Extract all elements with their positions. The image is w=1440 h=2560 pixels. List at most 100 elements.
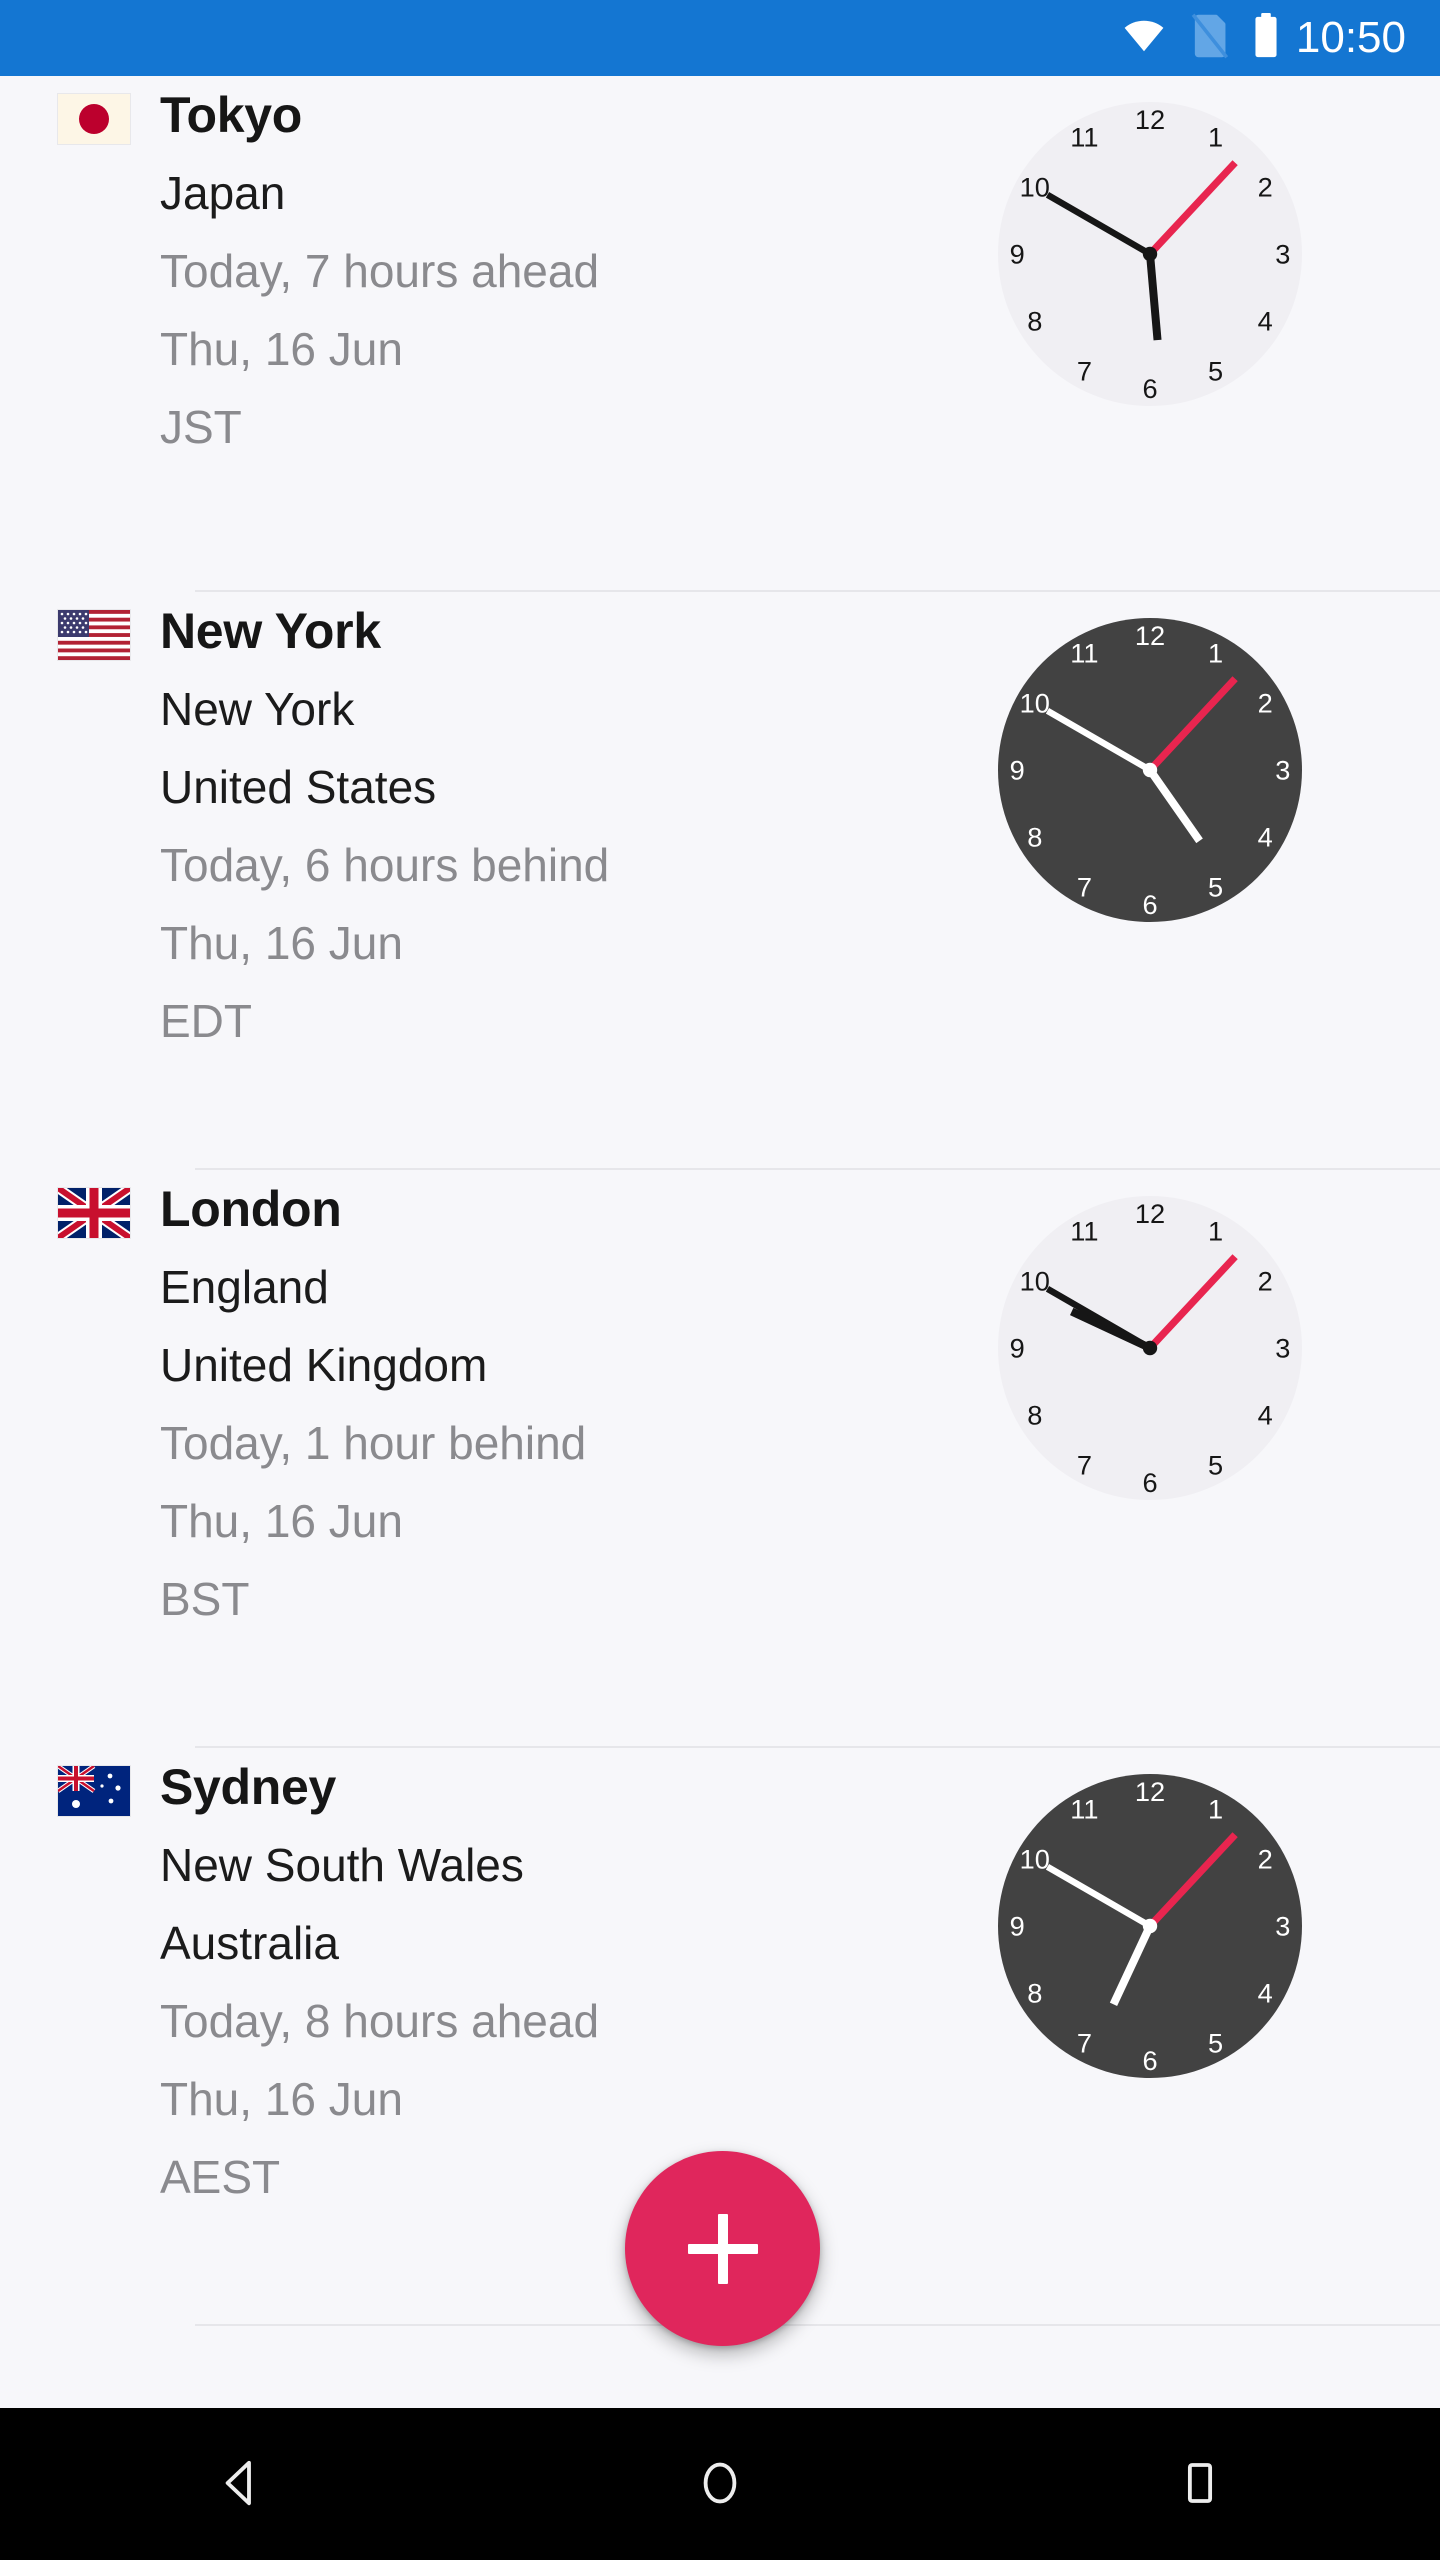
plus-icon-vertical — [717, 2213, 728, 2284]
city-date: Thu, 16 Jun — [160, 323, 403, 375]
city-info: Sydney New South Wales Australia Today, … — [160, 1748, 970, 2216]
svg-text:7: 7 — [1077, 871, 1092, 902]
svg-text:8: 8 — [1027, 1978, 1042, 2009]
city-offset: Today, 7 hours ahead — [160, 245, 600, 297]
svg-text:8: 8 — [1027, 1400, 1042, 1431]
city-country: United Kingdom — [160, 1339, 488, 1391]
city-country: Australia — [160, 1917, 339, 1969]
city-country: United States — [160, 761, 437, 813]
svg-text:3: 3 — [1275, 1911, 1290, 1942]
city-name: New York — [160, 603, 381, 659]
svg-text:7: 7 — [1077, 1449, 1092, 1480]
status-bar: 10:50 — [0, 0, 1440, 76]
analog-clock-sydney: 12 1 2 345 678 9 10 11 — [970, 1748, 1330, 2086]
uk-flag — [55, 1183, 133, 1243]
svg-text:1: 1 — [1208, 1794, 1223, 1825]
svg-text:12: 12 — [1135, 620, 1165, 651]
svg-text:12: 12 — [1135, 104, 1165, 135]
city-timezone: AEST — [160, 2151, 281, 2203]
phone-screen: 10:50 Tokyo Japan Today, 7 hours ahead T… — [0, 0, 1440, 2560]
city-timezone: EDT — [160, 995, 252, 1047]
city-date: Thu, 16 Jun — [160, 917, 403, 969]
analog-clock-london: 12 1 2 345 678 9 10 11 — [970, 1170, 1330, 1508]
svg-text:12: 12 — [1135, 1198, 1165, 1229]
city-info: New York New York United States Today, 6… — [160, 592, 970, 1060]
status-icons — [1122, 12, 1280, 64]
svg-text:10: 10 — [1020, 1843, 1050, 1874]
svg-text:6: 6 — [1142, 1467, 1157, 1498]
world-clock-list: Tokyo Japan Today, 7 hours ahead Thu, 16… — [0, 76, 1440, 2408]
android-navigation-bar — [0, 2408, 1440, 2560]
city-name: Tokyo — [160, 87, 303, 143]
svg-text:5: 5 — [1208, 355, 1223, 386]
svg-text:5: 5 — [1208, 2027, 1223, 2058]
svg-text:1: 1 — [1208, 1216, 1223, 1247]
svg-text:11: 11 — [1070, 1216, 1098, 1247]
svg-text:11: 11 — [1070, 1794, 1098, 1825]
nav-home-button[interactable] — [480, 2408, 960, 2560]
svg-text:2: 2 — [1258, 687, 1273, 718]
svg-text:12: 12 — [1135, 1776, 1165, 1807]
city-name: Sydney — [160, 1759, 337, 1815]
list-divider — [195, 2324, 1440, 2326]
svg-text:8: 8 — [1027, 306, 1042, 337]
usa-flag — [58, 610, 130, 660]
svg-text:2: 2 — [1258, 1265, 1273, 1296]
japan-flag — [58, 94, 130, 144]
no-sim-icon — [1190, 13, 1228, 64]
svg-text:10: 10 — [1020, 687, 1050, 718]
svg-text:2: 2 — [1258, 171, 1273, 202]
svg-text:1: 1 — [1208, 638, 1223, 669]
svg-text:9: 9 — [1010, 755, 1025, 786]
australia-flag — [56, 1764, 130, 1816]
city-info: London England United Kingdom Today, 1 h… — [160, 1170, 970, 1638]
analog-clock-new-york: 12 1 2 345 678 9 10 11 — [970, 592, 1330, 930]
svg-text:11: 11 — [1070, 638, 1098, 669]
svg-text:10: 10 — [1020, 171, 1050, 202]
svg-text:2: 2 — [1258, 1843, 1273, 1874]
svg-text:6: 6 — [1142, 889, 1157, 920]
recents-square-icon — [1173, 2456, 1227, 2513]
city-offset: Today, 8 hours ahead — [160, 1995, 600, 2047]
svg-text:9: 9 — [1010, 239, 1025, 270]
svg-text:4: 4 — [1258, 306, 1273, 337]
svg-text:3: 3 — [1275, 239, 1290, 270]
nav-back-button[interactable] — [0, 2408, 480, 2560]
svg-text:1: 1 — [1208, 122, 1223, 153]
nav-recents-button[interactable] — [960, 2408, 1440, 2560]
city-region: New South Wales — [160, 1839, 524, 1891]
svg-text:4: 4 — [1258, 1978, 1273, 2009]
city-region: New York — [160, 683, 355, 735]
city-offset: Today, 1 hour behind — [160, 1417, 587, 1469]
city-timezone: BST — [160, 1573, 250, 1625]
svg-text:6: 6 — [1142, 373, 1157, 404]
svg-text:3: 3 — [1275, 1333, 1290, 1364]
city-info: Tokyo Japan Today, 7 hours ahead Thu, 16… — [160, 76, 970, 466]
svg-text:5: 5 — [1208, 1449, 1223, 1480]
city-date: Thu, 16 Jun — [160, 1495, 403, 1547]
svg-text:11: 11 — [1070, 122, 1098, 153]
svg-text:4: 4 — [1258, 822, 1273, 853]
svg-text:4: 4 — [1258, 1400, 1273, 1431]
battery-icon — [1252, 12, 1280, 64]
city-timezone: JST — [160, 401, 242, 453]
add-city-button[interactable] — [625, 2151, 820, 2346]
list-item[interactable]: Tokyo Japan Today, 7 hours ahead Thu, 16… — [0, 76, 1440, 592]
svg-text:5: 5 — [1208, 871, 1223, 902]
svg-text:9: 9 — [1010, 1333, 1025, 1364]
analog-clock-tokyo: 12 1 2 345 678 9 10 11 — [970, 76, 1330, 414]
svg-text:7: 7 — [1077, 355, 1092, 386]
svg-text:6: 6 — [1142, 2045, 1157, 2076]
list-item[interactable]: London England United Kingdom Today, 1 h… — [0, 1170, 1440, 1748]
city-region: England — [160, 1261, 329, 1313]
svg-text:10: 10 — [1020, 1265, 1050, 1296]
svg-text:7: 7 — [1077, 2027, 1092, 2058]
svg-text:8: 8 — [1027, 822, 1042, 853]
wifi-icon — [1122, 19, 1166, 58]
list-item[interactable]: New York New York United States Today, 6… — [0, 592, 1440, 1170]
svg-text:3: 3 — [1275, 755, 1290, 786]
city-offset: Today, 6 hours behind — [160, 839, 610, 891]
svg-text:9: 9 — [1010, 1911, 1025, 1942]
home-circle-icon — [693, 2456, 747, 2513]
back-triangle-icon — [213, 2456, 267, 2513]
